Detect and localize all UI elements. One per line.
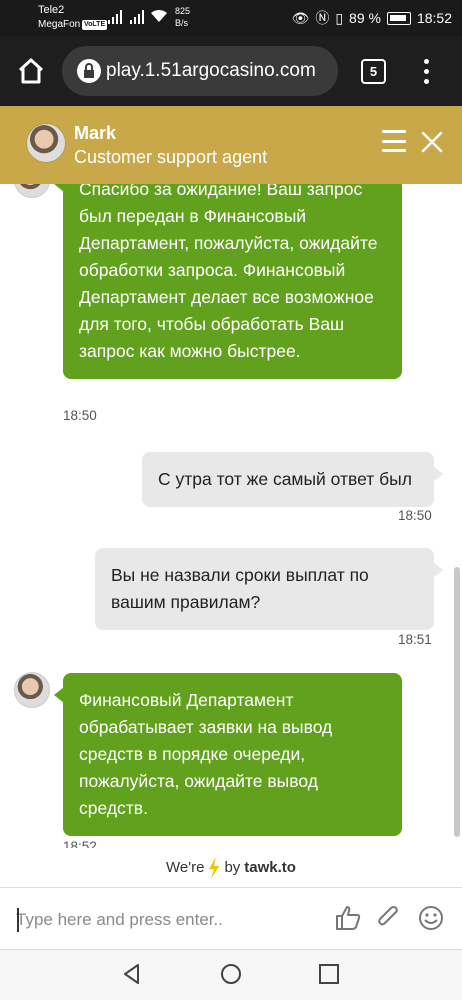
carrier-label: Tele2: [38, 4, 65, 16]
browser-toolbar: play.1.51argocasino.com 5: [0, 36, 462, 106]
scrollbar[interactable]: [454, 567, 460, 837]
agent-message: Спасибо за ожидание! Ваш запрос был пере…: [54, 184, 402, 379]
clock: 18:52: [416, 10, 452, 26]
message-input[interactable]: [16, 906, 316, 934]
status-bar: Tele2 MegaFon VoLTE 825 B/s 👁 Ⓝ ▯ 89 % 1…: [0, 0, 462, 36]
browser-menu-button[interactable]: [418, 56, 434, 86]
site-info-icon[interactable]: [76, 58, 102, 84]
eye-icon: 👁: [291, 9, 310, 26]
agent-role: Customer support agent: [74, 147, 268, 167]
tab-switcher-button[interactable]: 5: [361, 59, 386, 84]
url-text: play.1.51argocasino.com: [106, 60, 316, 81]
message-list[interactable]: Спасибо за ожидание! Ваш запрос был пере…: [0, 184, 462, 848]
wifi-icon: [151, 9, 167, 22]
message-time: 18:50: [63, 408, 97, 423]
address-bar[interactable]: play.1.51argocasino.com: [62, 46, 338, 96]
thumbs-up-icon[interactable]: [334, 904, 362, 932]
user-message: Вы не назвали сроки выплат по вашим прав…: [95, 548, 443, 630]
network-speed-unit: B/s: [175, 18, 189, 28]
avatar: [14, 672, 50, 708]
chat-header: Mark Customer support agent: [0, 106, 462, 184]
vibrate-icon: ▯: [335, 9, 344, 26]
system-nav-bar: [0, 950, 462, 1000]
message-time: 18:52: [63, 839, 97, 848]
battery-percent: 89 %: [349, 10, 381, 26]
back-icon[interactable]: [120, 962, 144, 986]
message-time: 18:50: [398, 508, 432, 523]
close-icon[interactable]: [420, 130, 444, 154]
carrier-label-2: MegaFon: [38, 19, 81, 30]
message-time: 18:51: [398, 632, 432, 647]
branding-by: by: [224, 859, 241, 876]
agent-name: Mark: [74, 123, 117, 143]
avatar: [26, 123, 66, 163]
signal-icon: [108, 10, 122, 24]
battery-icon: [386, 11, 411, 25]
branding-brand: tawk.to: [244, 859, 296, 876]
home-nav-icon[interactable]: [219, 962, 243, 986]
lightning-icon: [209, 856, 220, 879]
menu-icon[interactable]: [382, 130, 406, 152]
network-speed-value: 825: [175, 6, 191, 16]
emoji-icon[interactable]: [417, 904, 445, 932]
message-composer: [0, 888, 462, 950]
powered-by[interactable]: We're by tawk.to: [0, 848, 462, 888]
status-right: 👁 Ⓝ ▯ 89 % 18:52: [292, 8, 452, 28]
recents-icon[interactable]: [317, 962, 341, 986]
user-message: С утра тот же самый ответ был: [142, 452, 443, 507]
text-cursor: [17, 908, 19, 932]
volte-badge: VoLTE: [82, 20, 108, 30]
branding-prefix: We're: [166, 859, 205, 876]
nfc-icon: Ⓝ: [315, 10, 330, 26]
avatar: [14, 184, 50, 198]
signal-icon: [130, 10, 144, 24]
home-icon[interactable]: [16, 56, 46, 86]
attachment-icon[interactable]: [375, 904, 403, 932]
agent-message: Финансовый Департамент обрабатывает заяв…: [54, 673, 402, 836]
